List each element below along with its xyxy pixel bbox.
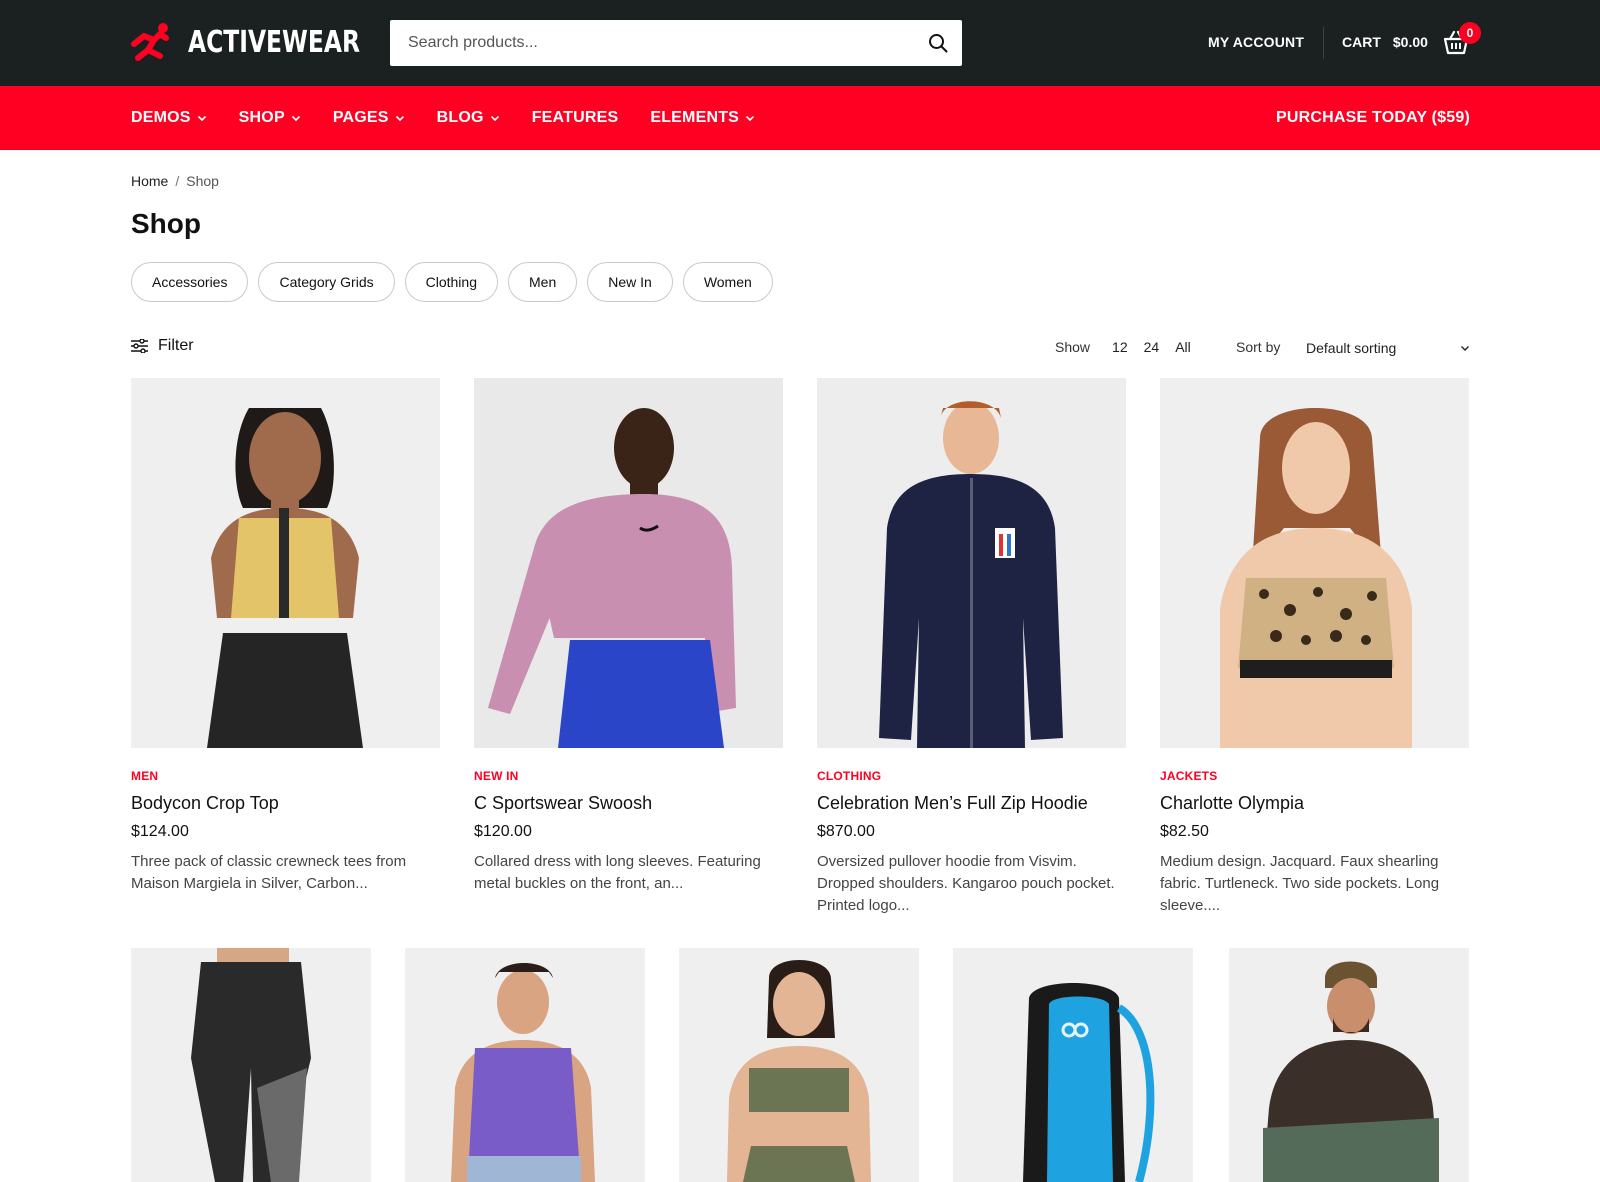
sort-value: Default sorting (1306, 340, 1397, 356)
product-name[interactable]: Celebration Men’s Full Zip Hoodie (817, 793, 1126, 814)
product-description: Medium design. Jacquard. Faux shearling … (1160, 853, 1440, 914)
chevron-down-icon (291, 115, 300, 122)
product-price: $120.00 (474, 823, 532, 840)
product-photo (1160, 378, 1469, 748)
brand-name: ACTIVEWEAR (188, 24, 360, 60)
category-chip[interactable]: Women (682, 262, 773, 302)
nav-item-features[interactable]: FEATURES (532, 109, 619, 127)
category-chip[interactable]: Category Grids (258, 262, 395, 302)
product-image[interactable] (1229, 948, 1469, 1182)
product-image[interactable] (817, 378, 1126, 748)
cart-total: $0.00 (1392, 34, 1428, 50)
category-chip[interactable]: Clothing (404, 262, 498, 302)
product-photo (474, 378, 783, 748)
product-image[interactable] (131, 378, 440, 748)
filter-button[interactable]: Filter (131, 337, 194, 355)
search-box (390, 20, 962, 66)
filter-label: Filter (158, 337, 194, 354)
show-label: Show (1055, 339, 1091, 355)
product-price: $124.00 (131, 823, 189, 840)
runner-logo-icon (131, 23, 169, 61)
nav-item-label: SHOP (238, 109, 285, 126)
product-name[interactable]: Bodycon Crop Top (131, 793, 440, 814)
product-photo (131, 378, 440, 748)
product-image[interactable] (953, 948, 1193, 1182)
nav-item-label: PAGES (332, 109, 389, 126)
product-card[interactable]: CLOTHING Celebration Men’s Full Zip Hood… (817, 378, 1126, 917)
cart-link[interactable]: CART $0.00 (1342, 34, 1428, 50)
search-input[interactable] (390, 21, 890, 65)
product-photo (405, 948, 645, 1182)
product-name[interactable]: C Sportswear Swoosh (474, 793, 783, 814)
show-option-12[interactable]: 12 (1112, 339, 1128, 355)
search-icon[interactable] (928, 33, 948, 53)
product-photo (1229, 948, 1469, 1182)
sort-label: Sort by (1236, 339, 1281, 355)
nav-item-label: ELEMENTS (650, 109, 740, 126)
nav-item-label: FEATURES (531, 109, 619, 126)
product-image[interactable] (474, 378, 783, 748)
product-price: $870.00 (817, 823, 875, 840)
nav-item-label: DEMOS (131, 109, 191, 126)
product-category[interactable]: CLOTHING (817, 769, 1126, 783)
purchase-cta-link[interactable]: PURCHASE TODAY ($59) (1276, 109, 1470, 127)
product-description: Three pack of classic crewneck tees from… (131, 853, 407, 892)
my-account-link[interactable]: MY ACCOUNT (1208, 34, 1304, 50)
logo[interactable]: ACTIVEWEAR (130, 22, 408, 62)
product-card[interactable] (953, 948, 1193, 1182)
product-image[interactable] (1160, 378, 1469, 748)
breadcrumb-separator: / (175, 173, 180, 189)
product-description: Oversized pullover hoodie from Visvim. D… (817, 853, 1115, 914)
sort-select[interactable]: Default sorting (1306, 337, 1470, 359)
product-image[interactable] (679, 948, 919, 1182)
product-image[interactable] (131, 948, 371, 1182)
per-page-selector: Show 12 24 All (1055, 339, 1191, 355)
cart-count-badge: 0 (1459, 22, 1481, 44)
breadcrumb: Home / Shop (131, 173, 219, 189)
nav-item-pages[interactable]: PAGES (333, 109, 405, 127)
nav-item-demos[interactable]: DEMOS (131, 109, 207, 127)
header-divider (1323, 27, 1324, 59)
category-chip[interactable]: New In (587, 262, 673, 302)
product-category[interactable]: JACKETS (1160, 769, 1469, 783)
product-name[interactable]: Charlotte Olympia (1160, 793, 1469, 814)
category-chip[interactable]: Accessories (131, 262, 249, 302)
chevron-down-icon (197, 115, 206, 122)
product-card[interactable]: NEW IN C Sportswear Swoosh $120.00 Colla… (474, 378, 783, 895)
product-image[interactable] (405, 948, 645, 1182)
product-photo (953, 948, 1193, 1182)
product-card[interactable] (405, 948, 645, 1182)
breadcrumb-home[interactable]: Home (131, 173, 168, 189)
show-option-all[interactable]: All (1175, 339, 1191, 355)
nav-item-label: BLOG (436, 109, 484, 126)
main-nav: DEMOS SHOP PAGES BLOG FEATURES ELEMENTS PURCH… (0, 86, 1600, 150)
product-card[interactable] (131, 948, 371, 1182)
nav-item-blog[interactable]: BLOG (437, 109, 500, 127)
product-card[interactable] (1229, 948, 1469, 1182)
chevron-down-icon (745, 115, 755, 122)
category-chip[interactable]: Men (508, 262, 578, 302)
page-title: Shop (131, 208, 201, 239)
product-card[interactable]: MEN Bodycon Crop Top $124.00 Three pack … (131, 378, 440, 895)
product-photo (679, 948, 919, 1182)
product-category[interactable]: NEW IN (474, 769, 783, 783)
cart-label: CART (1342, 34, 1381, 50)
show-option-24[interactable]: 24 (1144, 339, 1160, 355)
product-photo (817, 378, 1126, 748)
product-category[interactable]: MEN (131, 769, 440, 783)
chevron-down-icon (490, 115, 499, 122)
nav-item-elements[interactable]: ELEMENTS (650, 109, 755, 127)
product-photo (131, 948, 371, 1182)
chevron-down-icon (1461, 346, 1469, 351)
product-card[interactable]: JACKETS Charlotte Olympia $82.50 Medium … (1160, 378, 1469, 917)
chevron-down-icon (395, 115, 404, 122)
sliders-icon (131, 339, 148, 353)
product-card[interactable] (679, 948, 919, 1182)
product-price: $82.50 (1160, 823, 1209, 840)
breadcrumb-current: Shop (186, 173, 219, 189)
top-bar: ACTIVEWEAR MY ACCOUNT CART $0.00 0 (0, 0, 1600, 86)
nav-item-shop[interactable]: SHOP (239, 109, 301, 127)
product-description: Collared dress with long sleeves. Featur… (474, 853, 761, 892)
category-chips: Accessories Category Grids Clothing Men New … (131, 262, 773, 302)
